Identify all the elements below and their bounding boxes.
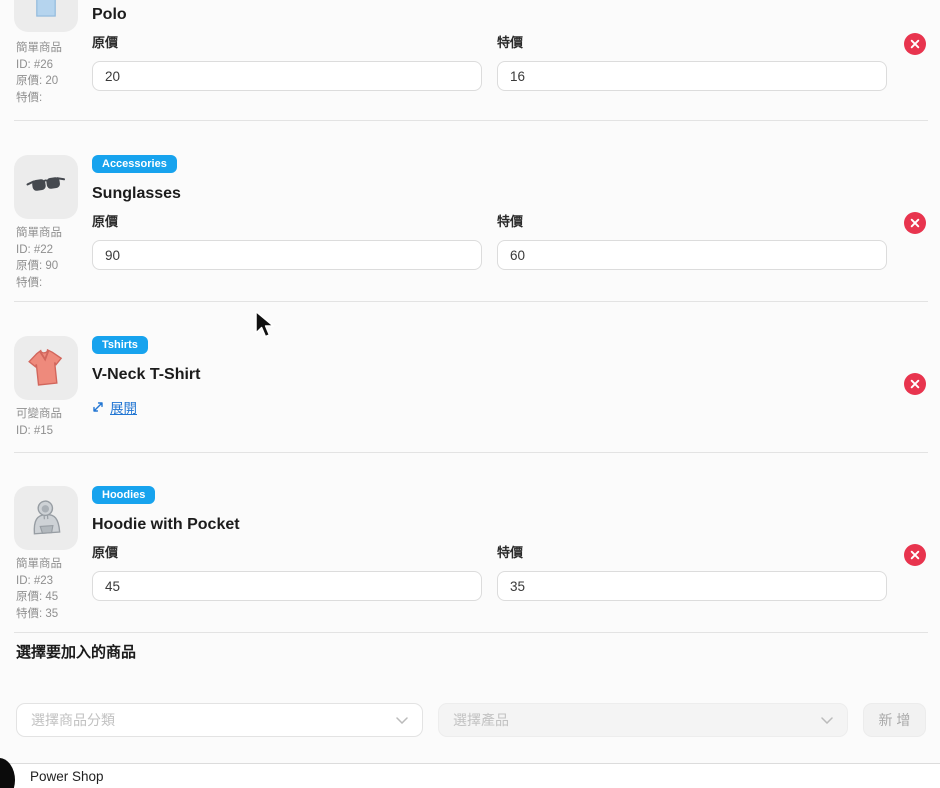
original-price-field: 原價	[92, 542, 482, 601]
vneck-tshirt-icon	[23, 345, 69, 391]
product-meta: 可變商品 ID: #15	[16, 406, 92, 439]
add-products-controls: 選擇商品分類 選擇產品 新 增	[16, 703, 926, 737]
original-price-label: 原價	[92, 211, 482, 230]
sale-price-input[interactable]	[497, 571, 887, 601]
product-title: Polo	[92, 6, 127, 24]
expand-icon	[92, 401, 104, 413]
product-meta: 簡單商品 ID: #22 原價: 90 特價:	[16, 225, 92, 291]
expand-row: 展開	[92, 397, 137, 417]
price-fields: 原價 特價	[92, 542, 887, 601]
product-meta-sale: 特價:	[16, 90, 92, 107]
product-id: ID: #15	[16, 423, 92, 440]
product-meta: 簡單商品 ID: #26 原價: 20 特價:	[16, 40, 92, 106]
add-button[interactable]: 新 增	[863, 703, 926, 737]
corner-shape	[0, 758, 15, 788]
product-content: Polo 原價 特價	[92, 6, 887, 121]
product-left-column: 簡單商品 ID: #23 原價: 45 特價: 35	[14, 486, 92, 633]
close-icon	[910, 379, 920, 389]
product-thumbnail	[14, 155, 78, 219]
category-select-placeholder: 選擇商品分類	[31, 710, 115, 730]
product-thumbnail	[14, 0, 78, 32]
product-content: Hoodies Hoodie with Pocket 原價 特價	[92, 486, 887, 633]
sale-price-field: 特價	[497, 32, 887, 91]
price-fields: 原價 特價	[92, 32, 887, 91]
expand-link[interactable]: 展開	[110, 397, 137, 417]
category-select[interactable]: 選擇商品分類	[16, 703, 423, 737]
hoodie-icon	[23, 495, 69, 541]
sale-price-field: 特價	[497, 542, 887, 601]
product-select[interactable]: 選擇產品	[438, 703, 848, 737]
product-meta: 簡單商品 ID: #23 原價: 45 特價: 35	[16, 556, 92, 622]
original-price-input[interactable]	[92, 571, 482, 601]
sale-price-input[interactable]	[497, 61, 887, 91]
original-price-label: 原價	[92, 542, 482, 561]
product-type: 簡單商品	[16, 556, 92, 573]
add-products-section: 選擇要加入的商品 選擇商品分類 選擇產品 新 增	[0, 633, 940, 763]
product-row-polo: 簡單商品 ID: #26 原價: 20 特價: Polo 原價 特價	[0, 0, 940, 121]
product-left-column: 簡單商品 ID: #22 原價: 90 特價:	[14, 155, 92, 302]
sale-price-label: 特價	[497, 542, 887, 561]
close-icon	[910, 218, 920, 228]
product-left-column: 簡單商品 ID: #26 原價: 20 特價:	[14, 6, 92, 121]
original-price-label: 原價	[92, 32, 482, 51]
remove-product-button[interactable]	[904, 212, 926, 234]
product-left-column: 可變商品 ID: #15	[14, 336, 92, 453]
product-meta-original: 原價: 20	[16, 73, 92, 90]
original-price-field: 原價	[92, 32, 482, 91]
product-row-sunglasses: 簡單商品 ID: #22 原價: 90 特價: Accessories Sung…	[0, 121, 940, 302]
chevron-down-icon	[821, 717, 833, 724]
product-id: ID: #22	[16, 242, 92, 259]
sunglasses-icon	[23, 164, 69, 210]
product-type: 簡單商品	[16, 225, 92, 242]
product-thumbnail	[14, 336, 78, 400]
category-badge: Tshirts	[92, 336, 148, 354]
product-meta-original: 原價: 45	[16, 589, 92, 606]
product-row-hoodie: 簡單商品 ID: #23 原價: 45 特價: 35 Hoodies Hoodi…	[0, 453, 940, 633]
product-id: ID: #26	[16, 57, 92, 74]
product-title: Hoodie with Pocket	[92, 516, 240, 534]
product-type: 簡單商品	[16, 40, 92, 57]
price-fields: 原價 特價	[92, 211, 887, 270]
product-title: Sunglasses	[92, 185, 181, 203]
remove-product-button[interactable]	[904, 373, 926, 395]
product-content: Tshirts V-Neck T-Shirt 展開	[92, 336, 887, 453]
sale-price-label: 特價	[497, 32, 887, 51]
brand-label: Power Shop	[30, 769, 104, 784]
footer-bar: Power Shop	[0, 763, 940, 788]
product-title: V-Neck T-Shirt	[92, 366, 200, 384]
remove-product-button[interactable]	[904, 544, 926, 566]
sale-price-input[interactable]	[497, 240, 887, 270]
category-badge: Accessories	[92, 155, 177, 173]
chevron-down-icon	[396, 717, 408, 724]
product-row-vneck: 可變商品 ID: #15 Tshirts V-Neck T-Shirt 展開	[0, 302, 940, 453]
product-meta-original: 原價: 90	[16, 258, 92, 275]
add-products-heading: 選擇要加入的商品	[16, 641, 926, 662]
product-id: ID: #23	[16, 573, 92, 590]
sale-price-field: 特價	[497, 211, 887, 270]
category-badge: Hoodies	[92, 486, 155, 504]
close-icon	[910, 550, 920, 560]
product-content: Accessories Sunglasses 原價 特價	[92, 155, 887, 302]
sale-price-label: 特價	[497, 211, 887, 230]
polo-shirt-icon	[23, 0, 69, 23]
product-select-placeholder: 選擇產品	[453, 710, 509, 730]
product-meta-sale: 特價: 35	[16, 606, 92, 623]
product-thumbnail	[14, 486, 78, 550]
original-price-input[interactable]	[92, 240, 482, 270]
product-type: 可變商品	[16, 406, 92, 423]
product-meta-sale: 特價:	[16, 275, 92, 292]
close-icon	[910, 39, 920, 49]
remove-product-button[interactable]	[904, 33, 926, 55]
original-price-input[interactable]	[92, 61, 482, 91]
product-pricing-panel: 簡單商品 ID: #26 原價: 20 特價: Polo 原價 特價	[0, 0, 940, 788]
original-price-field: 原價	[92, 211, 482, 270]
